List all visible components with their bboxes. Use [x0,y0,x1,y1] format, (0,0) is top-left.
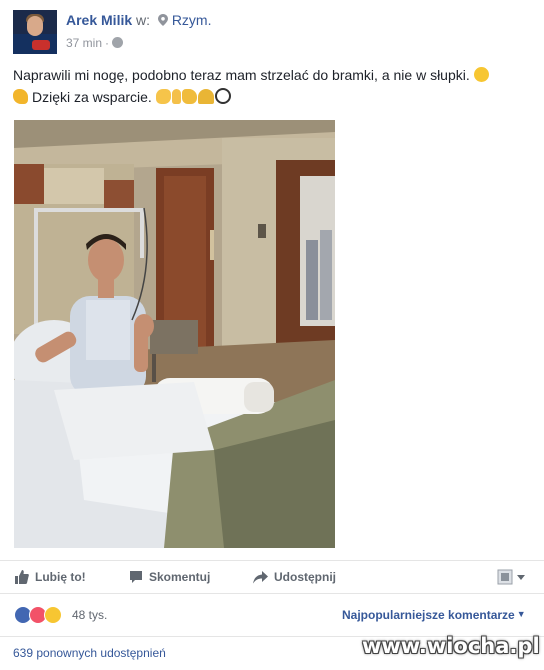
post-photo[interactable] [14,120,335,548]
post-timestamp[interactable]: 37 min [66,36,102,50]
site-watermark: www.wiocha.pl [362,634,540,658]
share-button[interactable]: Udostępnij [253,561,336,593]
sad-reaction-icon [44,606,62,624]
soccer-ball-emoji-icon [214,88,231,104]
reaction-count[interactable]: 48 tys. [72,608,107,622]
location-pin-icon [157,14,168,26]
grinning-face-emoji-icon [473,67,489,82]
meta-separator: · [105,36,110,50]
folded-hands-emoji-icon [197,89,214,104]
like-label: Lubię to! [35,570,86,584]
reaction-icons[interactable] [14,606,68,624]
chevron-down-icon: ▼ [516,609,526,619]
comment-sort-label: Najpopularniejsze komentarze [342,608,515,622]
hospital-photo-illustration [14,120,335,548]
post-header: Arek Milik w: Rzym. [66,12,211,28]
index-finger-emoji-icon [171,89,181,104]
post-text-line-2: Dzięki za wsparcie. [13,86,535,108]
globe-icon[interactable] [112,37,124,48]
post-text-line-1: Naprawili mi nogę, podobno teraz mam str… [13,64,535,86]
avatar-face [27,16,43,36]
thumbs-up-icon [15,570,29,584]
comment-label: Skomentuj [149,570,211,584]
author-avatar[interactable] [13,10,57,54]
thumbs-up-emoji-icon [181,89,197,104]
post-as-selector-icon[interactable] [497,569,531,585]
shares-count-link[interactable]: 639 ponownych udostępnień [13,646,166,660]
like-button[interactable]: Lubię to! [15,561,86,593]
location-link[interactable]: Rzym. [172,12,212,28]
clapping-hands-emoji-icon [155,89,171,104]
share-arrow-icon [253,571,268,584]
location-prefix: w: [136,12,151,28]
facebook-post: Arek Milik w: Rzym. 37 min · Naprawili mi… [0,0,544,669]
comment-sort-dropdown[interactable]: Najpopularniejsze komentarze ▼ [342,608,526,622]
flexed-biceps-emoji-icon [13,89,28,104]
reactions-row: 48 tys. Najpopularniejsze komentarze ▼ [0,600,544,630]
share-label: Udostępnij [274,570,336,584]
post-action-bar: Lubię to! Skomentuj Udostępnij [0,560,544,594]
avatar-sponsor-logo [32,40,50,50]
post-text: Naprawili mi nogę, podobno teraz mam str… [13,64,535,108]
comment-bubble-icon [130,571,142,583]
post-text-sentence-1: Naprawili mi nogę, podobno teraz mam str… [13,67,470,83]
comment-button[interactable]: Skomentuj [129,561,210,593]
post-text-sentence-2: Dzięki za wsparcie. [32,89,152,105]
author-name-link[interactable]: Arek Milik [66,12,132,28]
post-meta: 37 min · [66,36,124,50]
